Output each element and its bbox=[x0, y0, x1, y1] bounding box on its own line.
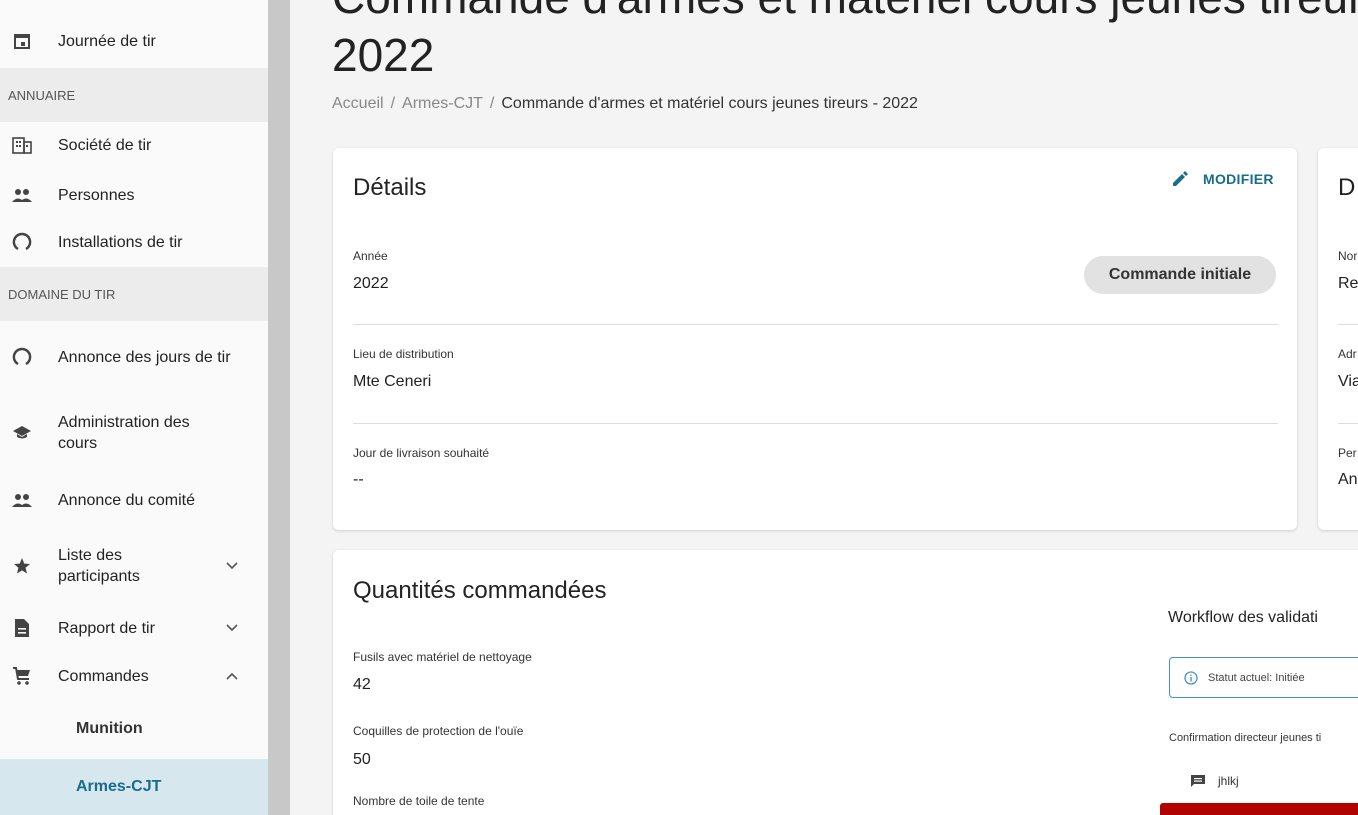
jour-label: Jour de livraison souhaité bbox=[353, 446, 490, 460]
people-icon bbox=[10, 183, 34, 207]
sidebar-item-label: Annonce des jours de tir bbox=[58, 348, 231, 366]
calendar-icon bbox=[10, 29, 34, 53]
sidebar-subitem-munition[interactable]: Munition bbox=[0, 702, 268, 756]
breadcrumb-current: Commande d'armes et matériel cours jeune… bbox=[501, 95, 918, 112]
coquilles-value: 50 bbox=[353, 751, 371, 768]
delivery-card: D Nor Re Adr Via Per An bbox=[1318, 148, 1358, 530]
star-icon bbox=[10, 554, 34, 578]
sidebar-item-label: Annonce du comité bbox=[58, 491, 195, 509]
quantities-title: Quantités commandées bbox=[353, 577, 607, 604]
sidebar-subitem-armes-cjt[interactable]: Armes-CJT bbox=[0, 759, 268, 815]
comment-text: jhlkj bbox=[1218, 774, 1239, 788]
fusils-label: Fusils avec matériel de nettoyage bbox=[353, 650, 532, 664]
divider bbox=[1338, 423, 1358, 424]
sidebar-item-label: Administration des cours bbox=[58, 414, 190, 452]
page-title: 2022 bbox=[332, 29, 435, 81]
details-card: Détails MODIFIER Année 2022 Commande ini… bbox=[333, 148, 1297, 530]
breadcrumb-separator: / bbox=[390, 95, 396, 112]
action-bar[interactable] bbox=[1160, 803, 1358, 815]
divider bbox=[353, 423, 1278, 424]
workflow-status: Statut actuel: Initiée bbox=[1208, 671, 1305, 684]
section-annuaire: ANNUAIRE bbox=[0, 68, 268, 122]
building-icon bbox=[10, 133, 34, 157]
info-icon bbox=[1184, 670, 1198, 685]
sidebar-item-installations-de-tir[interactable]: Installations de tir bbox=[0, 218, 268, 266]
divider bbox=[1338, 324, 1358, 325]
breadcrumb: Accueil / Armes-CJT / Commande d'armes et ma… bbox=[332, 95, 918, 113]
section-domaine-du-tir: DOMAINE DU TIR bbox=[0, 267, 268, 321]
nom-value: Re bbox=[1338, 275, 1358, 292]
fusils-value: 42 bbox=[353, 676, 371, 693]
sidebar-item-annonce-du-comite[interactable]: Annonce du comité bbox=[0, 476, 268, 524]
edit-button[interactable]: MODIFIER bbox=[1171, 170, 1274, 188]
annee-value: 2022 bbox=[353, 275, 389, 292]
sidebar-item-societe-de-tir[interactable]: Société de tir bbox=[0, 122, 268, 168]
loader-icon bbox=[10, 230, 34, 254]
lieu-label: Lieu de distribution bbox=[353, 347, 454, 361]
workflow-title: Workflow des validati bbox=[1168, 609, 1318, 626]
annee-label: Année bbox=[353, 249, 388, 263]
pencil-icon bbox=[1173, 171, 1188, 186]
sidebar-item-label: Liste des participants bbox=[58, 547, 140, 585]
edit-button-label: MODIFIER bbox=[1203, 171, 1274, 187]
personne-label: Per bbox=[1338, 446, 1357, 460]
nom-label: Nor bbox=[1338, 249, 1358, 263]
adresse-value: Via bbox=[1338, 373, 1358, 390]
sidebar-item-label: Installations de tir bbox=[58, 233, 183, 251]
sidebar-item-commandes[interactable]: Commandes bbox=[0, 652, 268, 700]
sidebar-item-label: Journée de tir bbox=[58, 32, 156, 50]
school-icon bbox=[10, 421, 34, 445]
sidebar-scrollbar[interactable] bbox=[268, 0, 290, 815]
status-badge: Commande initiale bbox=[1084, 256, 1276, 294]
sidebar-item-liste-des-participants[interactable]: Liste des participants bbox=[0, 530, 268, 602]
main-content: Commande d'armes et matériel cours jeune… bbox=[290, 0, 1358, 815]
details-title: Détails bbox=[353, 174, 427, 201]
workflow-step-label: Confirmation directeur jeunes ti bbox=[1169, 732, 1322, 744]
divider bbox=[353, 324, 1278, 325]
coquilles-label: Coquilles de protection de l'ouïe bbox=[353, 724, 524, 738]
sidebar: Journée de tir ANNUAIRE Société de tir P… bbox=[0, 0, 268, 815]
delivery-title: D bbox=[1338, 174, 1356, 201]
breadcrumb-separator: / bbox=[489, 95, 495, 112]
cart-icon bbox=[10, 664, 34, 688]
adresse-label: Adr bbox=[1338, 347, 1357, 361]
sidebar-item-journee-de-tir[interactable]: Journée de tir bbox=[0, 14, 268, 68]
sidebar-item-annonce-des-jours-de-tir[interactable]: Annonce des jours de tir bbox=[0, 322, 268, 392]
sidebar-item-label: Rapport de tir bbox=[58, 619, 155, 637]
personne-value: An bbox=[1338, 471, 1358, 488]
breadcrumb-home[interactable]: Accueil bbox=[332, 95, 384, 112]
workflow-status-box: Statut actuel: Initiée bbox=[1169, 657, 1358, 698]
people-icon bbox=[10, 488, 34, 512]
workflow-comment: jhlkj bbox=[1190, 774, 1239, 788]
sidebar-item-personnes[interactable]: Personnes bbox=[0, 170, 268, 220]
lieu-value: Mte Ceneri bbox=[353, 373, 432, 390]
chevron-down-icon[interactable] bbox=[220, 616, 244, 640]
quantities-card: Quantités commandées Fusils avec matérie… bbox=[333, 550, 1358, 815]
sidebar-item-administration-des-cours[interactable]: Administration des cours bbox=[0, 390, 268, 476]
sidebar-item-label: Commandes bbox=[58, 667, 149, 685]
breadcrumb-parent[interactable]: Armes-CJT bbox=[402, 95, 483, 112]
sidebar-item-label: Personnes bbox=[58, 186, 135, 204]
chevron-down-icon[interactable] bbox=[220, 554, 244, 578]
sidebar-item-label: Société de tir bbox=[58, 136, 152, 154]
sidebar-item-rapport-de-tir[interactable]: Rapport de tir bbox=[0, 604, 268, 652]
jour-value: -- bbox=[353, 471, 364, 488]
chevron-up-icon[interactable] bbox=[220, 664, 244, 688]
comment-icon bbox=[1191, 775, 1205, 787]
loader-icon bbox=[10, 345, 34, 369]
document-icon bbox=[10, 616, 34, 640]
page-title-line1: Commande d'armes et matériel cours jeune… bbox=[332, 0, 1358, 24]
toile-label: Nombre de toile de tente bbox=[353, 794, 485, 808]
